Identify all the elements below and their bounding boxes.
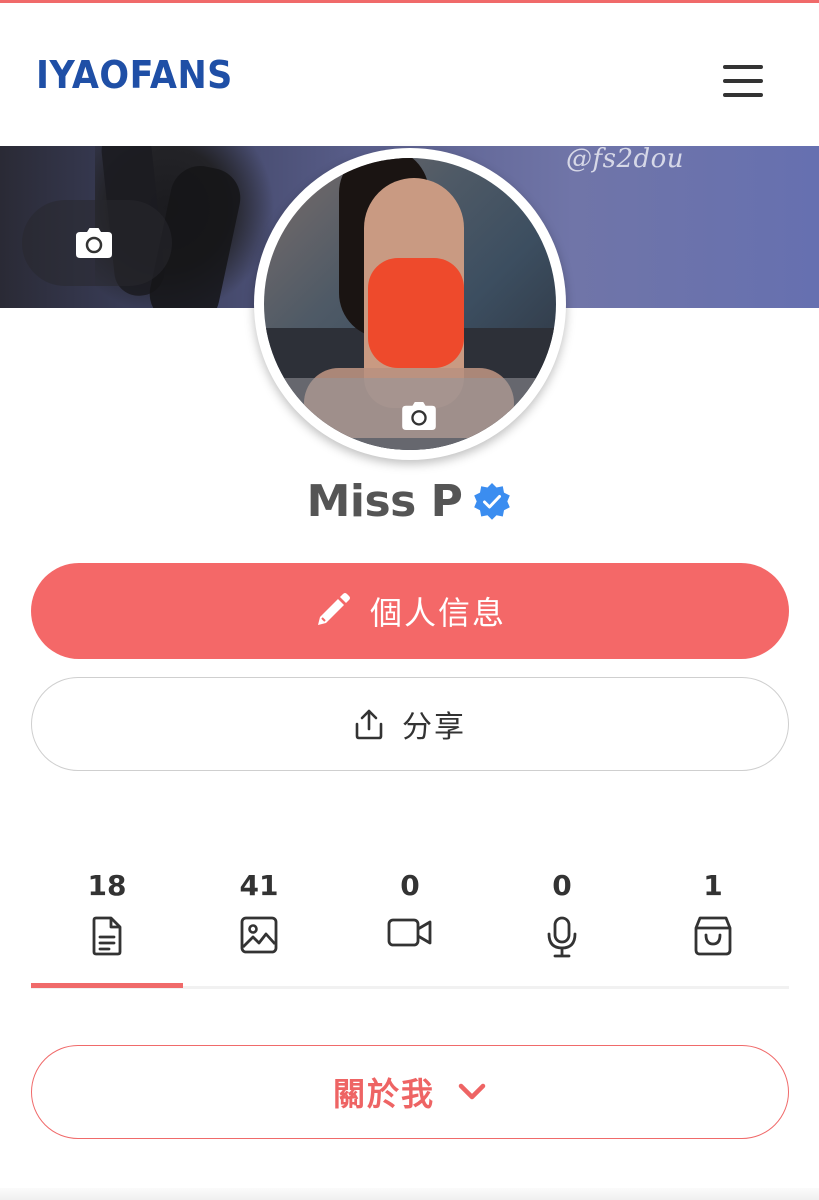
- bottom-divider: [0, 1188, 819, 1200]
- camera-icon: [76, 228, 112, 258]
- menu-line: [723, 79, 763, 83]
- tab-shop[interactable]: 1: [637, 866, 789, 988]
- image-icon: [240, 916, 278, 954]
- edit-profile-label: 個人信息: [369, 594, 506, 632]
- chevron-down-icon: [458, 1083, 486, 1100]
- pencil-icon: [317, 593, 350, 625]
- video-camera-icon: [387, 918, 432, 947]
- about-me-button[interactable]: 關於我: [31, 1045, 789, 1139]
- shopping-bag-icon: [694, 916, 732, 956]
- share-label: 分享: [402, 710, 466, 745]
- videos-count: 0: [400, 869, 420, 902]
- shop-count: 1: [703, 869, 723, 902]
- about-me-label: 關於我: [332, 1075, 435, 1113]
- avatar-photo-shape: [368, 258, 464, 368]
- menu-line: [723, 65, 763, 69]
- document-icon: [92, 916, 122, 956]
- change-avatar-button[interactable]: [402, 402, 436, 430]
- tab-images[interactable]: 41: [183, 866, 335, 988]
- site-header: IYAOFANS: [0, 3, 819, 146]
- profile-name: Miss P: [306, 476, 463, 527]
- content-tabs: 18 41 0 0 1: [31, 866, 789, 991]
- images-count: 41: [239, 869, 279, 902]
- edit-profile-button[interactable]: 個人信息: [31, 563, 789, 659]
- tab-posts[interactable]: 18: [31, 866, 183, 988]
- posts-count: 18: [87, 869, 127, 902]
- audio-count: 0: [552, 869, 572, 902]
- hamburger-menu-icon[interactable]: [716, 59, 770, 103]
- share-upload-icon: [355, 709, 383, 740]
- profile-name-row: Miss P: [0, 476, 819, 536]
- site-logo[interactable]: IYAOFANS: [36, 53, 233, 97]
- tab-audio[interactable]: 0: [486, 866, 638, 988]
- menu-line: [723, 93, 763, 97]
- verified-badge-icon: [474, 482, 511, 520]
- avatar-image: [264, 158, 556, 450]
- cover-watermark: @fs2dou: [566, 146, 685, 174]
- change-cover-button[interactable]: [22, 200, 172, 286]
- microphone-icon: [547, 916, 577, 958]
- camera-icon: [402, 402, 436, 430]
- avatar[interactable]: [254, 148, 566, 460]
- share-button[interactable]: 分享: [31, 677, 789, 771]
- tab-videos[interactable]: 0: [334, 866, 486, 988]
- active-tab-indicator: [31, 983, 183, 988]
